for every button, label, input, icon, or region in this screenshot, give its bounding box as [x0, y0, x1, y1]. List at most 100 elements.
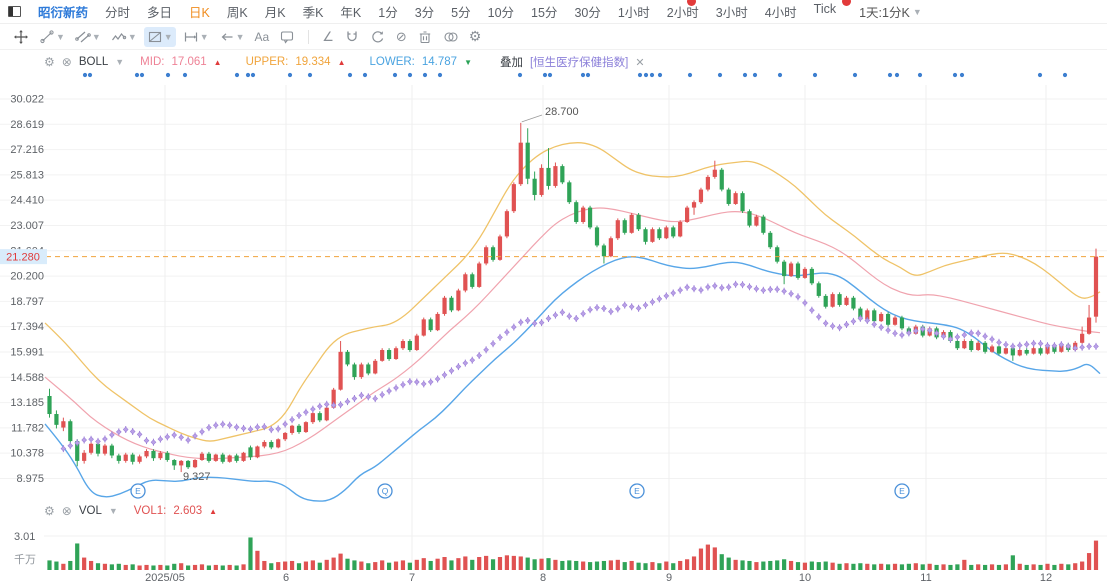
boll-lower-value: 14.787 — [421, 56, 458, 68]
svg-text:8.975: 8.975 — [16, 473, 44, 485]
period-tab-15分[interactable]: 15分 — [531, 2, 557, 21]
stock-name[interactable]: 昭衍新药 — [38, 2, 88, 21]
text-tool-icon[interactable]: Aa — [252, 28, 273, 46]
current-price-badge: 21.280 — [0, 249, 47, 265]
x-axis-tick: 2025/05 — [145, 572, 185, 584]
indicator-remove-icon[interactable]: ⊗ — [62, 505, 72, 517]
event-marker-Q[interactable]: Q — [377, 483, 393, 499]
period-tab-周K[interactable]: 周K — [227, 2, 248, 21]
period-tab-年K[interactable]: 年K — [340, 2, 361, 21]
period-tabs: 分时 多日 日K 周K 月K 季K 年K 1分 3分 5分 10分 15分 30分 1小时 2小时 3小时 4小… — [105, 2, 836, 21]
boll-upper-value: 19.334 — [295, 56, 331, 68]
period-tab-5分[interactable]: 5分 — [451, 2, 470, 21]
period-tab-30分[interactable]: 30分 — [574, 2, 600, 21]
svg-text:E: E — [899, 486, 905, 496]
period-tab-日K[interactable]: 日K — [189, 2, 210, 21]
indicator-settings-gear-icon[interactable]: ⚙ — [44, 505, 55, 517]
overlay-index-name[interactable]: [恒生医疗保健指数] — [530, 54, 628, 70]
period-tab-1小时[interactable]: 1小时 — [618, 2, 650, 21]
wave-icon[interactable]: ▼ — [108, 27, 140, 47]
indicator-remove-icon[interactable]: ⊗ — [62, 56, 72, 68]
repeat-icon[interactable] — [367, 27, 389, 47]
angle-icon[interactable]: ∠ — [319, 27, 337, 47]
peak-price-annotation: 28.700 — [545, 106, 579, 118]
compare-circles-icon[interactable] — [440, 27, 462, 47]
event-marker-E[interactable]: E — [130, 483, 146, 499]
period-selector-label: 1天:1分K — [859, 6, 910, 20]
boll-upper-label: UPPER: — [245, 56, 289, 68]
period-tab-3分[interactable]: 3分 — [415, 2, 434, 21]
trading-app-window: 昭衍新药 分时 多日 日K 周K 月K 季K 年K 1分 3分 5分 10分 15分 30分 1小时 2小时… — [0, 0, 1107, 588]
svg-text:10.378: 10.378 — [10, 448, 44, 460]
magnet-icon[interactable] — [341, 27, 363, 47]
svg-text:Q: Q — [382, 486, 389, 496]
comment-icon[interactable] — [276, 27, 298, 47]
chevron-down-icon[interactable]: ▼ — [109, 506, 118, 516]
x-axis-tick: 10 — [799, 572, 811, 584]
volume-series — [47, 537, 1099, 570]
boll-upper-band — [44, 142, 1101, 442]
arrow-left-icon[interactable]: ▼ — [216, 27, 248, 47]
svg-text:13.185: 13.185 — [10, 397, 44, 409]
triangle-up-icon: ▲ — [209, 506, 218, 516]
overlay-close-icon[interactable]: ✕ — [635, 56, 644, 69]
boll-lower-band — [44, 256, 1101, 502]
boll-lower-label: LOWER: — [369, 56, 415, 68]
trend-line-icon[interactable]: ▼ — [36, 27, 68, 47]
svg-text:18.797: 18.797 — [10, 296, 44, 308]
event-marker-E[interactable]: E — [629, 483, 645, 499]
svg-text:11.782: 11.782 — [11, 422, 44, 434]
period-selector[interactable]: 1天:1分K ▼ — [859, 2, 922, 21]
chevron-down-icon: ▼ — [912, 6, 922, 17]
period-tab-季K[interactable]: 季K — [303, 2, 324, 21]
svg-text:23.007: 23.007 — [10, 220, 44, 232]
boll-indicator-row: ⚙ ⊗ BOLL ▼ MID: 17.061 ▲ UPPER: 19.334 ▲… — [44, 54, 645, 70]
main-chart[interactable]: 30.02228.61927.21625.81324.41023.00721.6… — [0, 50, 1107, 588]
svg-text:28.619: 28.619 — [10, 119, 44, 131]
x-axis-tick: 8 — [540, 572, 546, 584]
svg-text:E: E — [634, 486, 640, 496]
x-axis-tick: 12 — [1040, 572, 1052, 584]
trash-icon[interactable] — [414, 27, 436, 47]
volume-axis-max: 3.01 — [14, 531, 35, 543]
svg-text:20.200: 20.200 — [10, 271, 44, 283]
period-tab-1分[interactable]: 1分 — [378, 2, 397, 21]
vol-indicator-row: ⚙ ⊗ VOL ▼ VOL1: 2.603 ▲ — [44, 505, 217, 517]
x-axis-tick: 11 — [920, 572, 931, 584]
gear-icon[interactable]: ⚙ — [466, 26, 485, 47]
svg-text:30.022: 30.022 — [10, 94, 44, 106]
svg-text:15.991: 15.991 — [10, 346, 44, 358]
measure-icon[interactable]: ▼ — [180, 27, 212, 47]
toolbar-divider — [308, 29, 310, 44]
period-nav-bar: 昭衍新药 分时 多日 日K 周K 月K 季K 年K 1分 3分 5分 10分 15分 30分 1小时 2小时… — [0, 0, 1107, 24]
svg-text:14.588: 14.588 — [10, 372, 44, 384]
period-tab-多日[interactable]: 多日 — [147, 2, 172, 21]
period-tab-月K[interactable]: 月K — [265, 2, 286, 21]
indicator-name[interactable]: BOLL — [79, 56, 108, 68]
trough-price-annotation: 9.327 — [183, 471, 211, 483]
ban-icon[interactable]: ⊘ — [393, 27, 410, 47]
boll-mid-value: 17.061 — [171, 56, 207, 68]
period-tab-3小时[interactable]: 3小时 — [716, 2, 748, 21]
triangle-up-icon: ▲ — [213, 57, 222, 67]
indicator-settings-gear-icon[interactable]: ⚙ — [44, 56, 55, 68]
channel-icon[interactable]: ▼ — [72, 27, 104, 47]
pattern-icon[interactable]: ▼ — [143, 26, 176, 47]
svg-text:E: E — [135, 486, 141, 496]
move-icon[interactable] — [10, 27, 32, 47]
x-axis-tick: 6 — [283, 572, 289, 584]
window-layout-icon[interactable] — [8, 6, 21, 17]
period-tab-Tick[interactable]: Tick — [814, 2, 836, 21]
svg-text:25.813: 25.813 — [10, 169, 44, 181]
chevron-down-icon[interactable]: ▼ — [115, 57, 124, 67]
vol1-value: 2.603 — [173, 505, 203, 517]
volume-axis-unit: 千万 — [14, 553, 36, 566]
period-tab-4小时[interactable]: 4小时 — [765, 2, 797, 21]
svg-text:27.216: 27.216 — [10, 144, 44, 156]
indicator-name[interactable]: VOL — [79, 505, 102, 517]
overlay-add-button[interactable]: 叠加 — [500, 54, 523, 70]
period-tab-10分[interactable]: 10分 — [488, 2, 514, 21]
period-tab-分时[interactable]: 分时 — [105, 2, 130, 21]
boll-mid-label: MID: — [140, 56, 165, 68]
event-marker-E[interactable]: E — [894, 483, 910, 499]
